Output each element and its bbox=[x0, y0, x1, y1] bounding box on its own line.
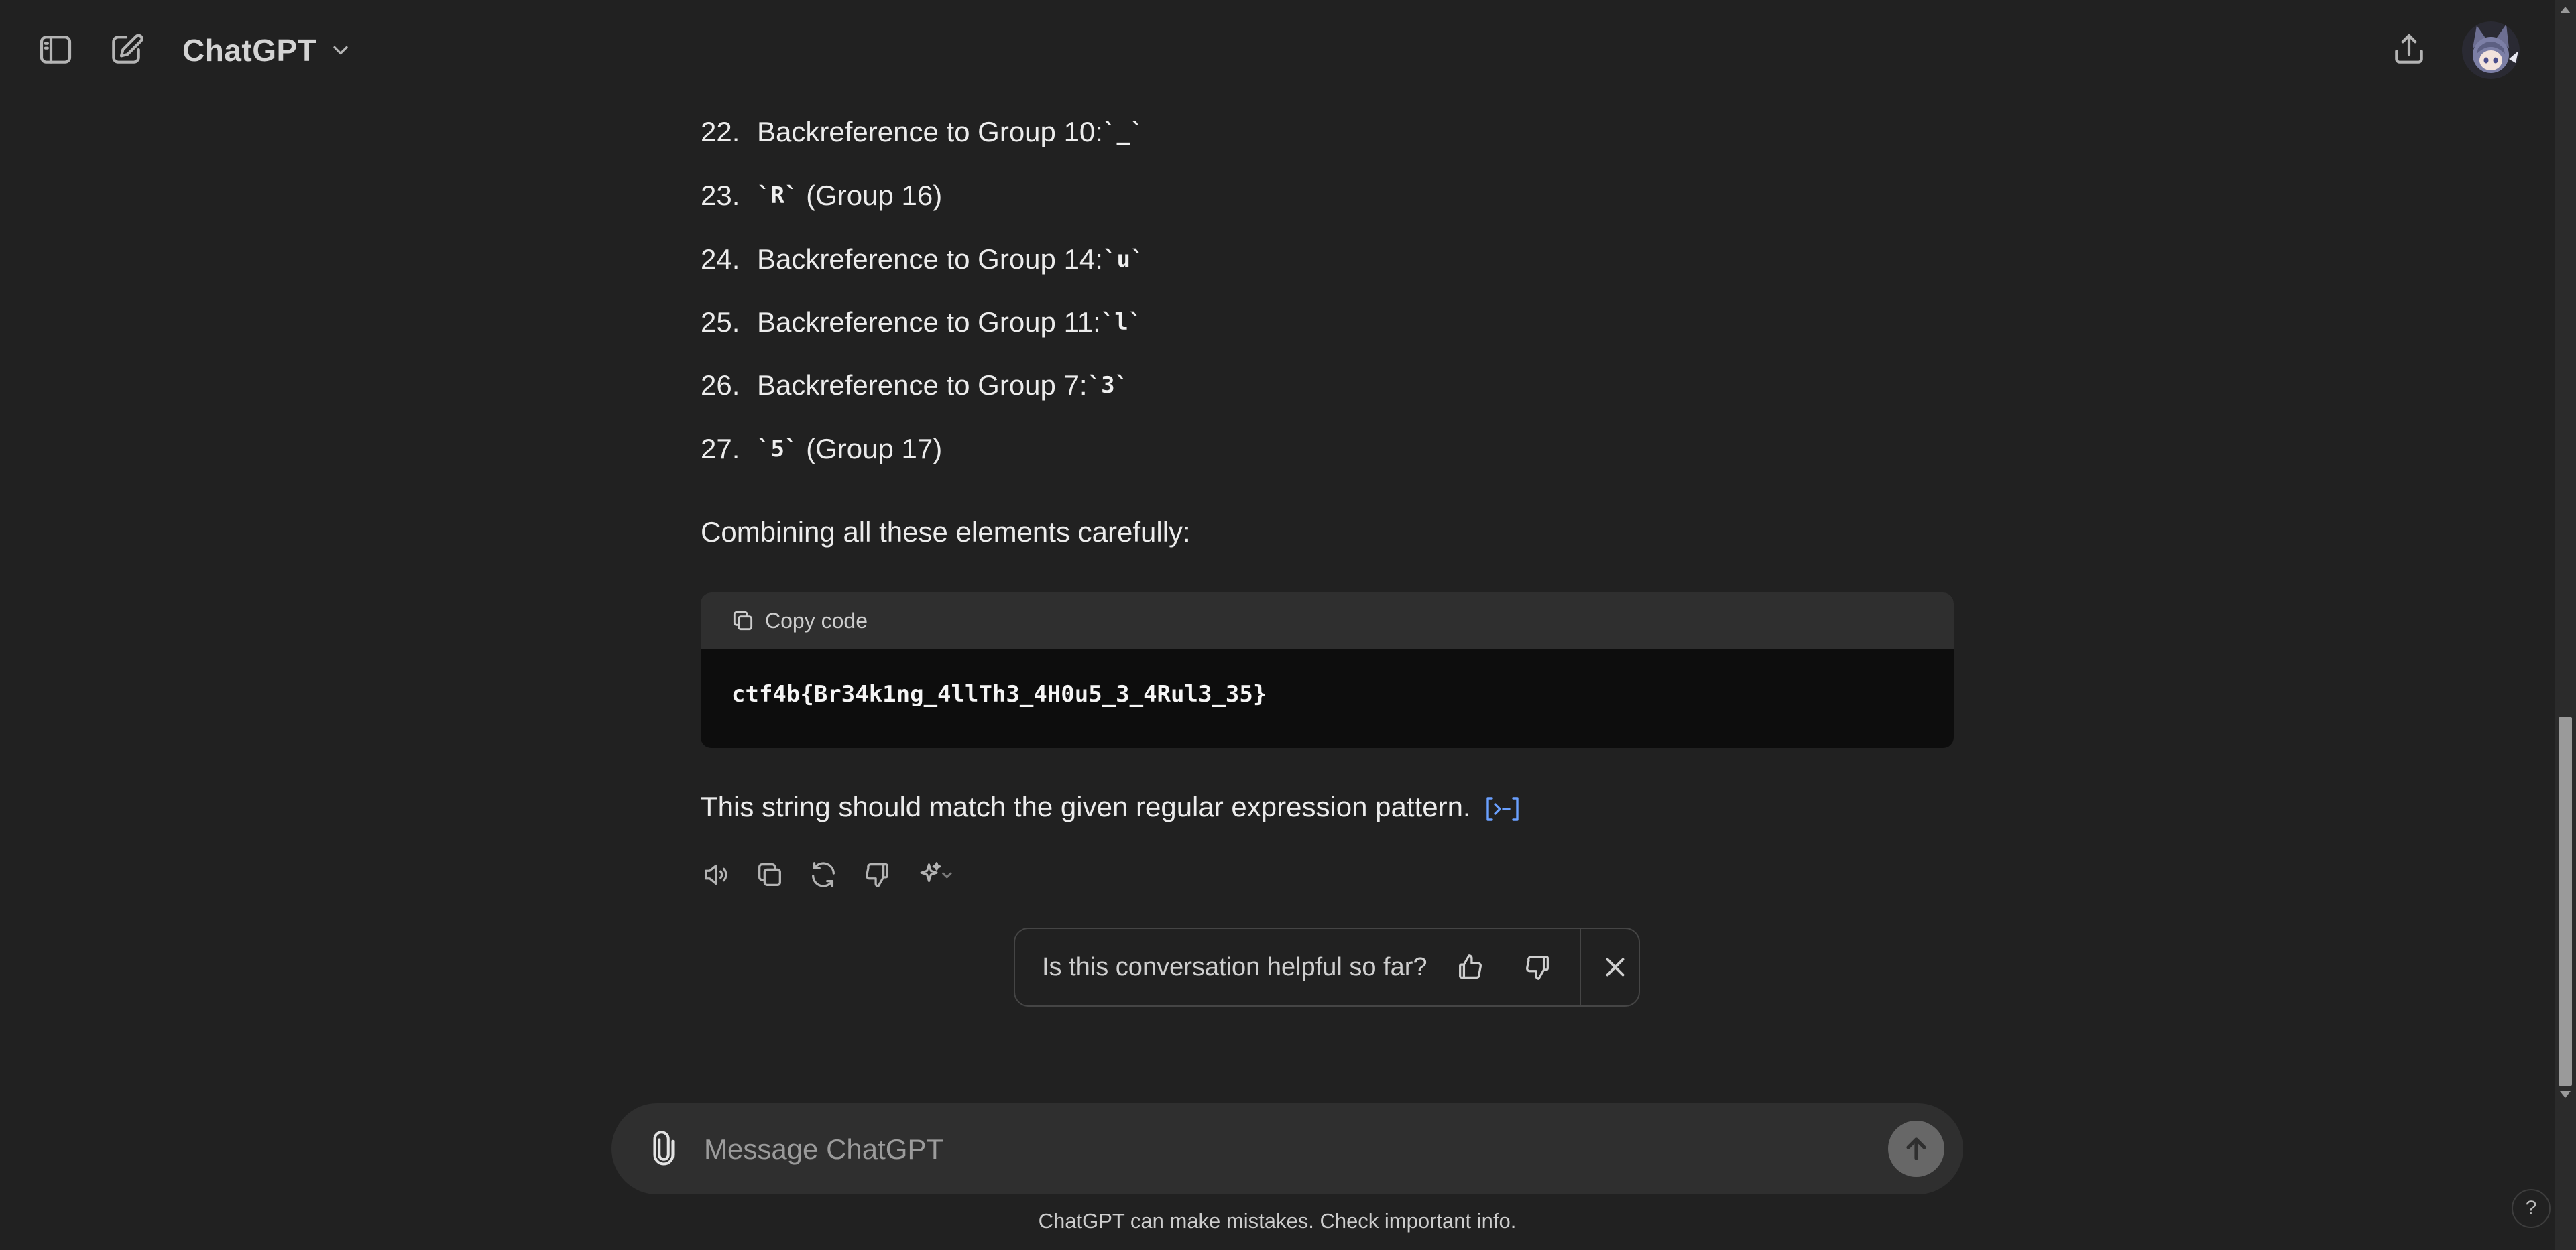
list-number: 22. bbox=[701, 116, 740, 147]
combining-text: Combining all these elements carefully: bbox=[701, 516, 1191, 548]
read-aloud-button[interactable] bbox=[694, 853, 738, 897]
code-content: ctf4b{Br34k1ng_4llTh3_4H0u5_3_4Rul3_35} bbox=[731, 681, 1267, 708]
list-text-suffix: (Group 16) bbox=[798, 180, 943, 211]
chevron-down-icon bbox=[333, 46, 348, 55]
feedback-thumbs-up-button[interactable] bbox=[1448, 944, 1495, 991]
list-number: 23. bbox=[701, 180, 740, 211]
share-button[interactable] bbox=[2379, 19, 2439, 80]
feedback-prompt: Is this conversation helpful so far? bbox=[1014, 928, 1640, 1007]
inline-code: `_` bbox=[1102, 119, 1145, 145]
copy-code-label: Copy code bbox=[765, 608, 868, 633]
bad-response-button[interactable] bbox=[855, 853, 899, 897]
model-selector[interactable]: ChatGPT bbox=[173, 27, 362, 74]
feedback-close-button[interactable] bbox=[1592, 944, 1639, 991]
top-bar: ChatGPT bbox=[0, 0, 2555, 99]
inline-code: `l` bbox=[1100, 309, 1143, 336]
scroll-up-arrow-icon[interactable] bbox=[2560, 7, 2571, 13]
feedback-divider bbox=[1580, 928, 1582, 1007]
scrollbar-thumb[interactable] bbox=[2559, 717, 2572, 1086]
speaker-icon bbox=[705, 864, 727, 885]
arrow-up-icon bbox=[1906, 1137, 1926, 1160]
disclaimer-text: ChatGPT can make mistakes. Check importa… bbox=[1038, 1209, 1517, 1233]
sparkle-icon bbox=[920, 862, 952, 883]
inline-code: `5` bbox=[757, 436, 799, 462]
send-button[interactable] bbox=[1888, 1121, 1944, 1177]
copy-code-button[interactable]: Copy code bbox=[730, 608, 868, 633]
list-item: 27. `5` (Group 17) bbox=[701, 426, 942, 473]
feedback-question: Is this conversation helpful so far? bbox=[1042, 952, 1427, 981]
switch-model-button[interactable] bbox=[909, 853, 965, 897]
message-input[interactable] bbox=[703, 1123, 1805, 1176]
list-item: 22. Backreference to Group 10: `_` bbox=[701, 109, 1144, 155]
list-text: Backreference to Group 11: bbox=[757, 306, 1101, 338]
help-button[interactable]: ? bbox=[2512, 1189, 2551, 1228]
list-text: Backreference to Group 10: bbox=[757, 116, 1103, 147]
list-number: 25. bbox=[701, 306, 740, 338]
sidebar-icon bbox=[40, 36, 72, 64]
thumbs-down-icon bbox=[866, 863, 888, 887]
list-item: 25. Backreference to Group 11: `l` bbox=[701, 299, 1142, 346]
copy-icon bbox=[733, 611, 753, 631]
inline-code: `3` bbox=[1087, 372, 1129, 399]
paperclip-icon bbox=[653, 1131, 675, 1166]
conclusion-text: This string should match the given regul… bbox=[701, 791, 1471, 822]
message-composer bbox=[611, 1103, 1963, 1194]
list-number: 27. bbox=[701, 433, 740, 464]
copy-message-button[interactable] bbox=[748, 853, 792, 897]
feedback-thumbs-down-button[interactable] bbox=[1514, 944, 1561, 991]
code-block: Copy code ctf4b{Br34k1ng_4llTh3_4H0u5_3_… bbox=[701, 592, 1954, 748]
list-item: 24. Backreference to Group 14: `u` bbox=[701, 236, 1144, 283]
scrollbar[interactable] bbox=[2555, 0, 2576, 1250]
model-name: ChatGPT bbox=[182, 33, 317, 68]
thumbs-down-icon bbox=[1526, 956, 1549, 980]
code-block-header: Copy code bbox=[701, 592, 1954, 649]
conclusion-paragraph: This string should match the given regul… bbox=[701, 791, 1521, 824]
edit-icon bbox=[112, 34, 143, 64]
list-text-suffix: (Group 17) bbox=[798, 433, 943, 464]
regenerate-button[interactable] bbox=[801, 853, 845, 897]
new-chat-button[interactable] bbox=[96, 19, 156, 80]
scroll-down-arrow-icon[interactable] bbox=[2560, 1091, 2571, 1098]
list-item: 23. `R` (Group 16) bbox=[701, 172, 942, 219]
inline-code: `R` bbox=[757, 182, 799, 209]
thumbs-up-icon bbox=[1459, 954, 1482, 979]
close-icon bbox=[1606, 958, 1625, 977]
chatgpt-window: ChatGPT 22. Backreference to Group 10: `… bbox=[0, 0, 2576, 1250]
share-icon bbox=[2395, 34, 2423, 64]
list-text: Backreference to Group 14: bbox=[757, 243, 1103, 275]
copy-icon bbox=[758, 863, 781, 886]
avatar[interactable] bbox=[2462, 21, 2520, 79]
message-actions bbox=[694, 853, 965, 897]
avatar-image bbox=[2462, 21, 2520, 79]
refresh-icon bbox=[812, 862, 835, 887]
list-number: 24. bbox=[701, 243, 740, 275]
list-number: 26. bbox=[701, 369, 740, 401]
attach-file-button[interactable] bbox=[638, 1123, 689, 1174]
inline-code: `u` bbox=[1102, 246, 1145, 273]
list-text: Backreference to Group 7: bbox=[757, 369, 1088, 401]
citation-icon[interactable] bbox=[1484, 794, 1521, 824]
sidebar-toggle-button[interactable] bbox=[25, 19, 86, 80]
list-item: 26. Backreference to Group 7: `3` bbox=[701, 362, 1128, 409]
